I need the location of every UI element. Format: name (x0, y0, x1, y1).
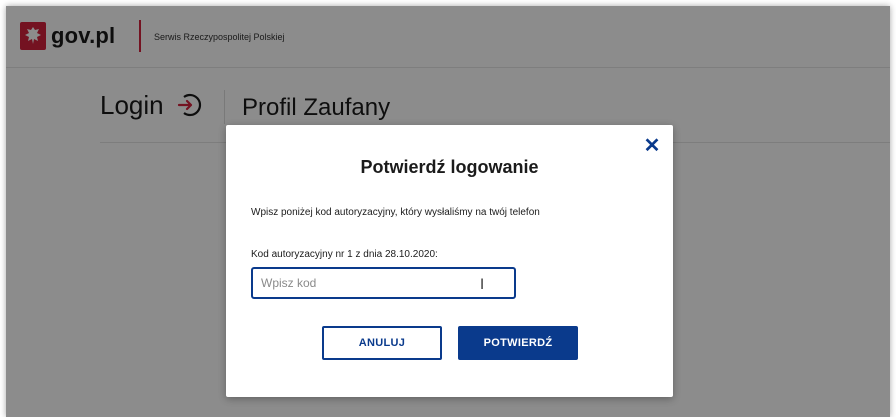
browser-frame: gov.pl Serwis Rzeczypospolitej Polskiej … (6, 6, 890, 417)
cancel-button[interactable]: ANULUJ (322, 326, 442, 360)
close-icon[interactable]: ✕ (643, 136, 661, 156)
text-cursor-icon: I (480, 277, 485, 293)
dialog-description: Wpisz poniżej kod autoryzacyjny, który w… (251, 207, 540, 218)
auth-code-input[interactable] (251, 267, 516, 299)
confirm-button[interactable]: POTWIERDŹ (458, 326, 578, 360)
dialog-title: Potwierdź logowanie (360, 157, 539, 177)
auth-code-label: Kod autoryzacyjny nr 1 z dnia 28.10.2020… (251, 249, 438, 260)
confirm-login-dialog: ✕ Potwierdź logowanie Wpisz poniżej kod … (226, 125, 673, 397)
